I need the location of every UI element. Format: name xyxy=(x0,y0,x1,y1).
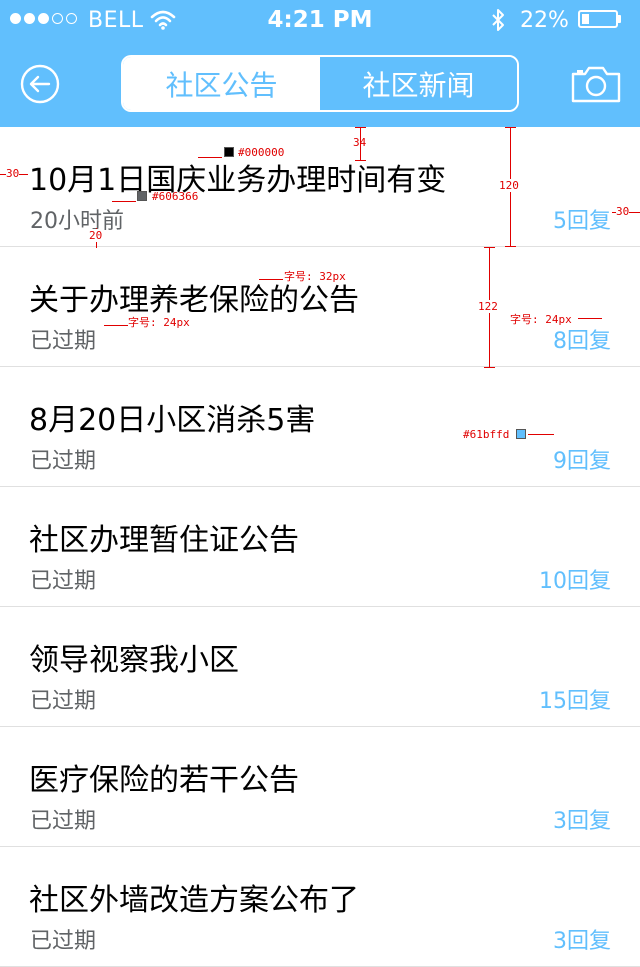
item-time: 已过期 xyxy=(30,929,97,954)
item-title: 社区外墙改造方案公布了 xyxy=(29,883,359,918)
item-replies: 5回复 xyxy=(553,209,611,234)
item-time: 已过期 xyxy=(30,809,97,834)
back-arrow-icon xyxy=(20,64,60,104)
annotation-line xyxy=(484,247,495,248)
color-swatch-title xyxy=(224,147,234,157)
annotation-line xyxy=(259,279,283,280)
tab-news[interactable]: 社区新闻 xyxy=(320,57,517,110)
list-item[interactable]: 8月20日小区消杀5害 已过期 9回复 xyxy=(0,367,640,487)
item-replies: 3回复 xyxy=(553,809,611,834)
tab-switcher: 社区公告 社区新闻 xyxy=(121,55,519,112)
color-swatch-replies xyxy=(516,429,526,439)
battery-percent: 22% xyxy=(520,8,569,33)
annotation-row-height: 122 xyxy=(478,300,498,313)
item-time: 已过期 xyxy=(30,449,97,474)
annotation-title-color: #000000 xyxy=(238,146,285,159)
annotation-title-top: 34 xyxy=(353,136,367,149)
tab-announcements[interactable]: 社区公告 xyxy=(123,57,320,110)
camera-icon xyxy=(571,66,621,103)
battery-icon xyxy=(578,10,618,28)
annotation-left-margin: 30 xyxy=(6,167,20,180)
annotation-line xyxy=(198,157,222,158)
item-replies: 9回复 xyxy=(553,449,611,474)
battery-level xyxy=(582,14,589,24)
item-title: 医疗保险的若干公告 xyxy=(29,763,299,798)
item-time: 20小时前 xyxy=(30,209,124,234)
item-time: 已过期 xyxy=(30,329,97,354)
annotation-row-height: 120 xyxy=(499,179,519,192)
item-time: 已过期 xyxy=(30,569,97,594)
annotation-time-color: #606366 xyxy=(152,190,199,203)
annotation-right-margin: 30 xyxy=(616,205,630,218)
annotation-line xyxy=(505,246,516,247)
list-item[interactable]: 领导视察我小区 已过期 15回复 xyxy=(0,607,640,727)
annotation-line xyxy=(505,127,516,128)
annotation-replies-color: #61bffd xyxy=(463,428,510,441)
header-bar: BELL 4:21 PM 22% 社区公告 社区新闻 xyxy=(0,0,640,127)
annotation-line xyxy=(112,201,136,202)
camera-button[interactable] xyxy=(570,64,622,104)
annotation-line xyxy=(578,318,602,319)
item-replies: 8回复 xyxy=(553,329,611,354)
annotation-line xyxy=(355,127,366,128)
item-replies: 3回复 xyxy=(553,929,611,954)
annotation-subtitle-gap: 20 xyxy=(89,229,103,242)
list-item[interactable]: 社区办理暂住证公告 已过期 10回复 xyxy=(0,487,640,607)
list-item[interactable]: 社区外墙改造方案公布了 已过期 3回复 xyxy=(0,847,640,967)
item-time: 已过期 xyxy=(30,689,97,714)
annotation-line xyxy=(528,434,554,435)
item-title: 社区办理暂住证公告 xyxy=(29,523,299,558)
annotation-font-sub-right: 字号: 24px xyxy=(510,313,572,326)
annotation-line xyxy=(104,325,128,326)
item-title: 8月20日小区消杀5害 xyxy=(29,403,316,438)
color-swatch-time xyxy=(137,191,147,201)
status-bar: BELL 4:21 PM 22% xyxy=(0,0,640,40)
list-item[interactable]: 医疗保险的若干公告 已过期 3回复 xyxy=(0,727,640,847)
annotation-font-sub-left: 字号: 24px xyxy=(128,316,190,329)
annotation-line xyxy=(484,367,495,368)
annotation-font-title: 字号: 32px xyxy=(284,270,346,283)
item-replies: 10回复 xyxy=(539,569,611,594)
battery-tip xyxy=(618,15,621,23)
annotation-line xyxy=(355,160,366,161)
item-replies: 15回复 xyxy=(539,689,611,714)
item-title: 10月1日国庆业务办理时间有变 xyxy=(29,163,447,198)
item-title: 领导视察我小区 xyxy=(29,643,239,678)
back-button[interactable] xyxy=(20,64,60,104)
list-item[interactable]: 关于办理养老保险的公告 已过期 8回复 xyxy=(0,247,640,367)
announcement-list: 10月1日国庆业务办理时间有变 20小时前 5回复 关于办理养老保险的公告 已过… xyxy=(0,127,640,967)
bluetooth-icon xyxy=(492,9,504,31)
